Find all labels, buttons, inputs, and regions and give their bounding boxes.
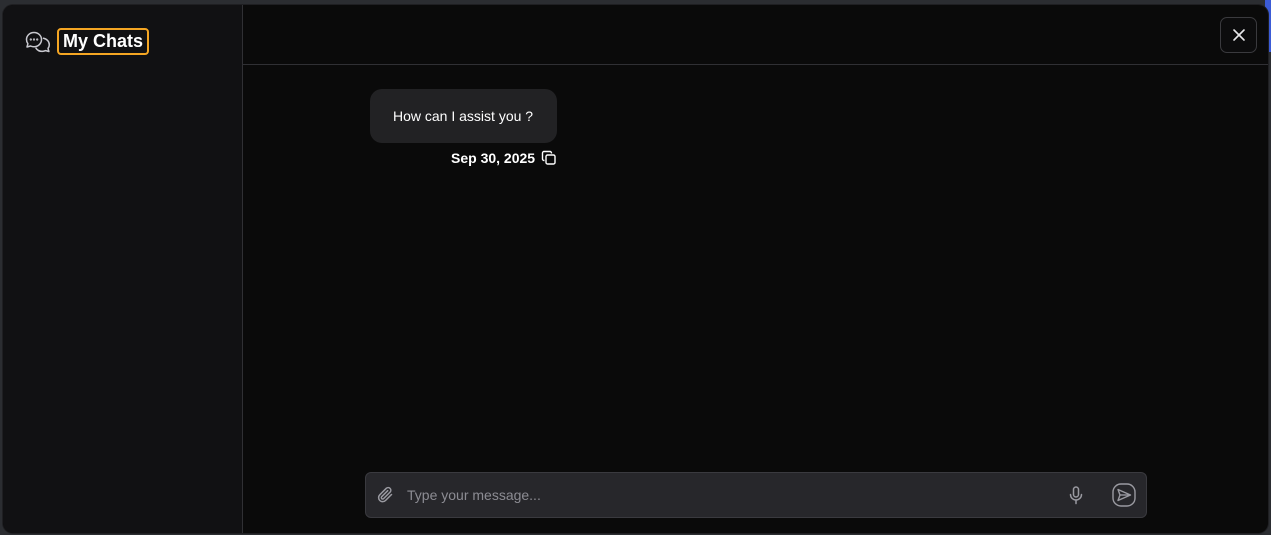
chat-bubbles-icon [25,29,51,55]
message-bubble: How can I assist you ? [370,89,558,143]
chat-topbar [243,5,1268,65]
message-composer [365,472,1147,518]
chat-main-panel: How can I assist you ? Sep 30, 2025 [243,5,1268,533]
message-date: Sep 30, 2025 [451,150,536,166]
message-meta: Sep 30, 2025 [451,150,557,166]
send-button[interactable] [1112,483,1136,507]
sidebar-title: My Chats [57,28,150,55]
sidebar-header: My Chats [25,28,150,55]
chat-sidebar: My Chats [3,5,243,533]
microphone-icon[interactable] [1066,485,1086,505]
paperclip-icon[interactable] [376,485,396,505]
message-input[interactable] [396,473,1066,517]
close-icon [1232,28,1246,42]
copy-icon[interactable] [541,150,557,166]
chat-modal: My Chats How can I assist you ? Sep 30, … [3,5,1268,533]
message-item: How can I assist you ? Sep 30, 2025 [370,89,558,166]
close-button[interactable] [1220,17,1257,53]
